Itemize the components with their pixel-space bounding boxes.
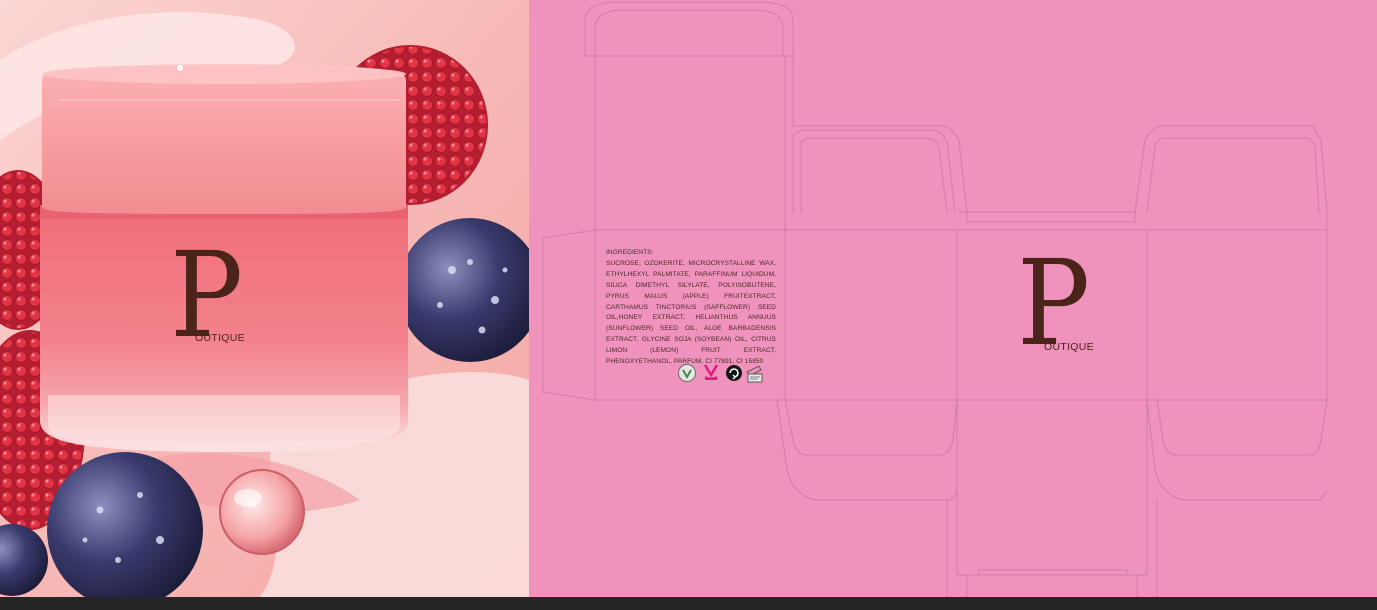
box-logo-wordmark: OUTIQUE (1044, 341, 1094, 353)
cruelty-free-icon (703, 364, 719, 380)
packaging-dieline: INGREDIENTS: SUCROSE, OZOKERITE, MICROCR… (529, 0, 1377, 597)
ingredients-panel: INGREDIENTS: SUCROSE, OZOKERITE, MICROCR… (606, 248, 776, 368)
product-photo: P OUTIQUE (0, 0, 529, 597)
certification-icons (677, 362, 767, 384)
vegan-icon (678, 364, 696, 382)
ingredients-text: SUCROSE, OZOKERITE, MICROCRYSTALLINE WAX… (606, 259, 776, 366)
jar-logo: P OUTIQUE (170, 236, 270, 376)
jar-lid (42, 66, 406, 214)
recycle-icon (726, 365, 742, 381)
ingredients-title: INGREDIENTS: (606, 249, 654, 256)
jar-logo-wordmark: OUTIQUE (195, 332, 245, 344)
bottom-bar (0, 597, 1377, 610)
box-logo: P OUTIQUE (1017, 244, 1117, 385)
eco-icon (746, 365, 763, 383)
water-droplet (219, 469, 305, 555)
artwork-canvas: P OUTIQUE INGREDIENTS: SUCROSE, OZOKERIT… (0, 0, 1377, 610)
